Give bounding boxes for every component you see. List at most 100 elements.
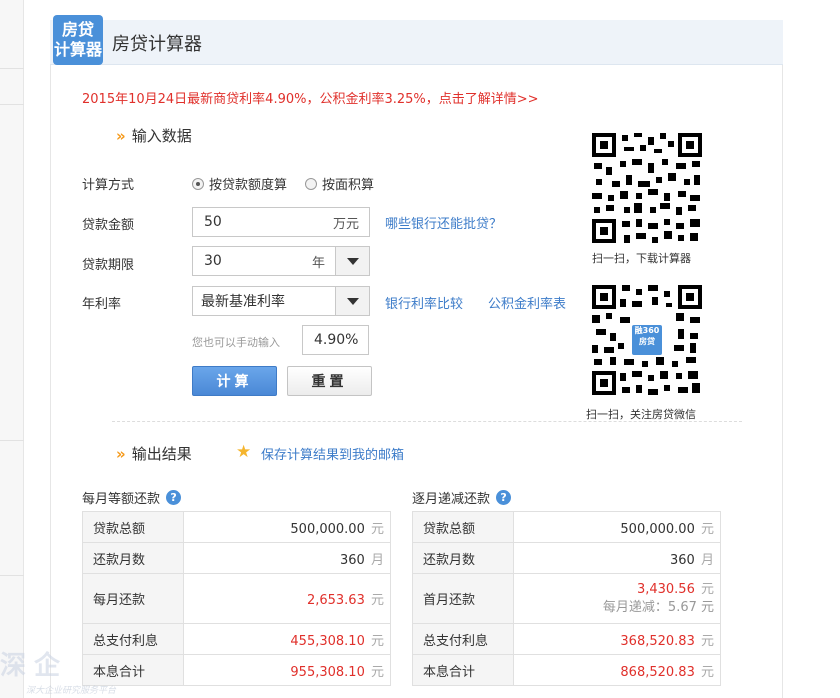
table-row: 每月还款 2,653.63 元: [82, 573, 391, 624]
radio-by-amount[interactable]: 按贷款额度算: [192, 174, 287, 193]
row-value: 455,308.10: [290, 633, 365, 649]
rate-select[interactable]: 最新基准利率: [192, 286, 370, 316]
badge-line1: 融360: [634, 326, 660, 335]
sidebar-divider: [0, 575, 24, 576]
qr-caption-download: 扫一扫，下载计算器: [592, 252, 691, 265]
row-value-cell: 360 月: [513, 542, 721, 574]
loan-term-unit: 年: [311, 255, 325, 271]
calculate-button[interactable]: 计算: [192, 366, 277, 396]
section-arrow-icon: »: [116, 445, 126, 463]
row-value: 360: [340, 552, 365, 568]
sidebar-divider: [0, 440, 24, 441]
decreasing-payment-table: 贷款总额 500,000.00 元 还款月数 360 月 首月还款 3,430.…: [412, 511, 721, 686]
row-value-cell: 500,000.00 元: [513, 511, 721, 543]
equal-payment-table: 贷款总额 500,000.00 元 还款月数 360 月 每月还款 2,653.…: [82, 511, 391, 686]
section-divider: [112, 421, 742, 422]
row-unit: 元: [700, 664, 714, 680]
sidebar-divider: [0, 68, 24, 69]
row-value-cell: 500,000.00 元: [183, 511, 391, 543]
radio-by-area[interactable]: 按面积算: [305, 174, 374, 193]
rate-select-value[interactable]: 最新基准利率: [193, 291, 335, 311]
rate-label: 年利率: [82, 297, 122, 312]
row-value: 368,520.83: [620, 633, 695, 649]
table-row: 总支付利息 455,308.10 元: [82, 623, 391, 655]
row-unit: 元: [370, 593, 384, 608]
row-value-cell: 3,430.56 元 每月递减：5.67 元: [513, 573, 721, 624]
decreasing-payment-label: 逐月递减还款: [412, 492, 491, 507]
calc-method-label: 计算方式: [82, 178, 135, 193]
equal-payment-title: 每月等额还款 ?: [82, 488, 182, 507]
loan-amount-value[interactable]: 50: [193, 214, 333, 230]
loan-term-value[interactable]: 30: [193, 253, 312, 269]
row-value: 500,000.00: [290, 521, 365, 537]
row-value-cell: 868,520.83 元: [513, 654, 721, 686]
table-row: 贷款总额 500,000.00 元: [82, 511, 391, 543]
row-label: 总支付利息: [412, 623, 514, 655]
loan-amount-label: 贷款金额: [82, 218, 135, 233]
row-value: 360: [670, 552, 695, 568]
input-section-label: 输入数据: [131, 127, 192, 145]
row-label: 还款月数: [82, 542, 184, 574]
row-value: 3,430.56: [636, 581, 695, 597]
bank-rate-compare-link[interactable]: 银行利率比较: [385, 293, 463, 312]
row-value-cell: 455,308.10 元: [183, 623, 391, 655]
row-value: 868,520.83: [620, 664, 695, 680]
loan-term-label: 贷款期限: [82, 258, 135, 273]
table-row: 还款月数 360 月: [82, 542, 391, 574]
manual-rate-input[interactable]: 4.90%: [302, 325, 369, 355]
download-qr-code: [590, 131, 704, 245]
which-banks-link[interactable]: 哪些银行还能批贷？: [385, 213, 502, 232]
monthly-decrease-note: 每月递减：5.67 元: [602, 599, 714, 615]
section-arrow-icon: »: [116, 127, 126, 145]
row-value: 2,653.63: [306, 593, 365, 608]
row-unit: 元: [700, 633, 714, 649]
reset-button[interactable]: 重置: [287, 366, 372, 396]
row-label: 总支付利息: [82, 623, 184, 655]
radio-by-area-label: 按面积算: [322, 178, 375, 193]
loan-amount-input[interactable]: 50 万元: [192, 207, 370, 237]
help-icon[interactable]: ?: [496, 490, 512, 505]
row-unit: 元: [370, 633, 384, 649]
table-row: 首月还款 3,430.56 元 每月递减：5.67 元: [412, 573, 721, 624]
row-value: 955,308.10: [290, 664, 365, 680]
row-label: 每月还款: [82, 573, 184, 624]
row-unit: 元: [700, 581, 714, 597]
table-row: 总支付利息 368,520.83 元: [412, 623, 721, 655]
manual-rate-value[interactable]: 4.90%: [303, 332, 368, 348]
rate-notice-link[interactable]: 2015年10月24日最新商贷利率4.90%，公积金利率3.25%，点击了解详情…: [82, 88, 539, 107]
row-unit: 月: [700, 552, 714, 568]
loan-term-select[interactable]: 30 年: [192, 246, 370, 276]
row-label: 贷款总额: [82, 511, 184, 543]
left-sidebar-strip: [0, 0, 24, 698]
fund-rate-table-link[interactable]: 公积金利率表: [488, 293, 566, 312]
row-value: 500,000.00: [620, 521, 695, 537]
star-icon: ★: [236, 442, 252, 462]
badge-line2: 房贷: [639, 337, 655, 346]
watermark-subtitle: 深大企业研究服务平台: [26, 686, 117, 696]
row-label: 本息合计: [82, 654, 184, 686]
row-label: 本息合计: [412, 654, 514, 686]
row-value-cell: 955,308.10 元: [183, 654, 391, 686]
calculator-logo: 房贷 计算器: [53, 15, 103, 65]
row-value-cell: 360 月: [183, 542, 391, 574]
row-unit: 元: [700, 521, 714, 537]
table-row: 本息合计 955,308.10 元: [82, 654, 391, 686]
chevron-down-icon[interactable]: [335, 287, 369, 315]
output-section-title: » 输出结果: [116, 443, 192, 464]
row-unit: 元: [370, 664, 384, 680]
table-row: 贷款总额 500,000.00 元: [412, 511, 721, 543]
help-icon[interactable]: ?: [166, 490, 182, 505]
logo-line2: 计算器: [53, 40, 102, 59]
radio-dot[interactable]: [305, 177, 317, 190]
logo-line1: 房贷: [61, 20, 94, 39]
page-title: 房贷计算器: [112, 34, 202, 55]
chevron-down-icon[interactable]: [335, 247, 369, 275]
row-unit: 元: [370, 521, 384, 537]
save-results-email-link[interactable]: 保存计算结果到我的邮箱: [261, 444, 404, 463]
wechat-qr-badge: 融360 房贷: [632, 325, 662, 347]
radio-dot-selected[interactable]: [192, 177, 204, 190]
equal-payment-label: 每月等额还款: [82, 492, 161, 507]
table-row: 还款月数 360 月: [412, 542, 721, 574]
manual-input-hint: 您也可以手动输入: [192, 336, 280, 349]
output-section-label: 输出结果: [131, 445, 192, 463]
